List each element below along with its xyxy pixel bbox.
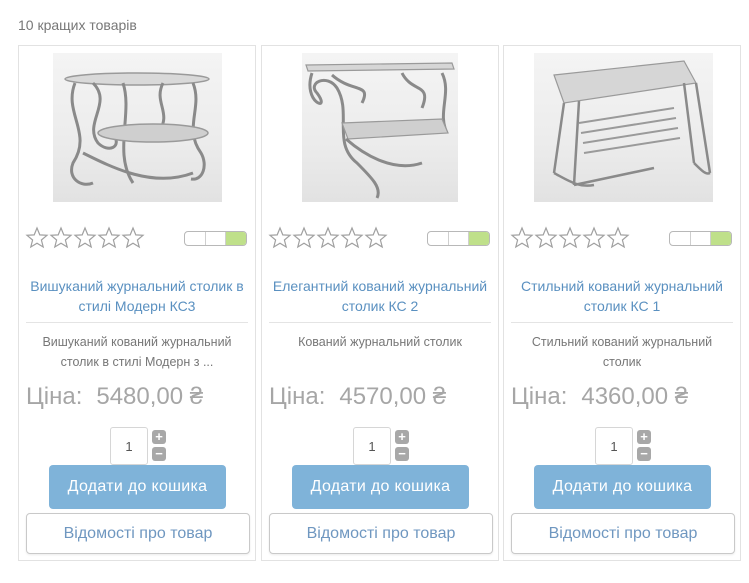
stock-segment [226, 232, 246, 245]
add-to-cart-button[interactable]: Додати до кошика [49, 465, 226, 509]
quantity-input[interactable] [110, 427, 148, 465]
star-icon[interactable] [49, 226, 73, 250]
price-label: Ціна: [26, 383, 83, 410]
add-to-cart-button[interactable]: Додати до кошика [534, 465, 711, 509]
product-image[interactable] [534, 53, 713, 202]
star-icon[interactable] [558, 226, 582, 250]
stock-segment [711, 232, 731, 245]
table-photo-icon [552, 60, 712, 187]
section-title: 10 кращих товарів [18, 17, 137, 33]
table-photo-icon [64, 72, 210, 186]
stock-segment [691, 232, 712, 245]
product-image[interactable] [53, 53, 222, 202]
divider [511, 322, 733, 323]
star-icon[interactable] [73, 226, 97, 250]
stock-indicator [427, 231, 490, 246]
quantity-minus-button[interactable]: − [152, 447, 166, 461]
star-icon[interactable] [364, 226, 388, 250]
product-description: Вишуканий кований журнальний столик в ст… [42, 335, 232, 369]
stock-segment [428, 232, 449, 245]
price-value: 4570,00 ₴ [339, 383, 447, 410]
star-icon[interactable] [97, 226, 121, 250]
rating-stars[interactable] [268, 226, 388, 250]
price: Ціна: 4570,00 ₴ [269, 383, 446, 411]
product-title-link[interactable]: Стильний кований журнальний столик КС 1 [512, 276, 732, 316]
quantity-minus-button[interactable]: − [395, 447, 409, 461]
divider [269, 322, 491, 323]
star-icon[interactable] [510, 226, 534, 250]
stock-segment [449, 232, 470, 245]
star-icon[interactable] [316, 226, 340, 250]
add-to-cart-button[interactable]: Додати до кошика [292, 465, 469, 509]
star-icon[interactable] [268, 226, 292, 250]
table-photo-icon [305, 62, 455, 199]
price: Ціна: 5480,00 ₴ [26, 383, 203, 411]
star-icon[interactable] [25, 226, 49, 250]
star-icon[interactable] [292, 226, 316, 250]
star-icon[interactable] [606, 226, 630, 250]
product-details-button[interactable]: Відомості про товар [269, 513, 493, 554]
price: Ціна: 4360,00 ₴ [511, 383, 688, 411]
product-details-button[interactable]: Відомості про товар [511, 513, 735, 554]
product-details-button[interactable]: Відомості про товар [26, 513, 250, 554]
product-title-link[interactable]: Елегантний кований журнальний столик КС … [270, 276, 490, 316]
quantity-plus-button[interactable]: + [637, 430, 651, 444]
quantity-plus-button[interactable]: + [152, 430, 166, 444]
stock-segment [469, 232, 489, 245]
quantity-input[interactable] [595, 427, 633, 465]
star-icon[interactable] [121, 226, 145, 250]
star-icon[interactable] [534, 226, 558, 250]
price-label: Ціна: [269, 383, 326, 410]
price-value: 4360,00 ₴ [581, 383, 689, 410]
product-image[interactable] [302, 53, 458, 202]
price-label: Ціна: [511, 383, 568, 410]
product-description: Стильний кований журнальний столик [531, 335, 713, 369]
stock-segment [185, 232, 206, 245]
rating-stars[interactable] [510, 226, 630, 250]
price-value: 5480,00 ₴ [96, 383, 204, 410]
rating-stars[interactable] [25, 226, 145, 250]
quantity-plus-button[interactable]: + [395, 430, 409, 444]
quantity-input[interactable] [353, 427, 391, 465]
product-title-link[interactable]: Вишуканий журнальний столик в стилі Моде… [27, 276, 247, 316]
product-description: Кований журнальний столик [298, 335, 462, 349]
product-card: Стильний кований журнальний столик КС 1 … [503, 45, 741, 561]
product-card: Елегантний кований журнальний столик КС … [261, 45, 499, 561]
stock-indicator [669, 231, 732, 246]
product-card: Вишуканий журнальний столик в стилі Моде… [18, 45, 256, 561]
stock-indicator [184, 231, 247, 246]
divider [26, 322, 248, 323]
star-icon[interactable] [582, 226, 606, 250]
star-icon[interactable] [340, 226, 364, 250]
quantity-minus-button[interactable]: − [637, 447, 651, 461]
stock-segment [670, 232, 691, 245]
stock-segment [206, 232, 227, 245]
